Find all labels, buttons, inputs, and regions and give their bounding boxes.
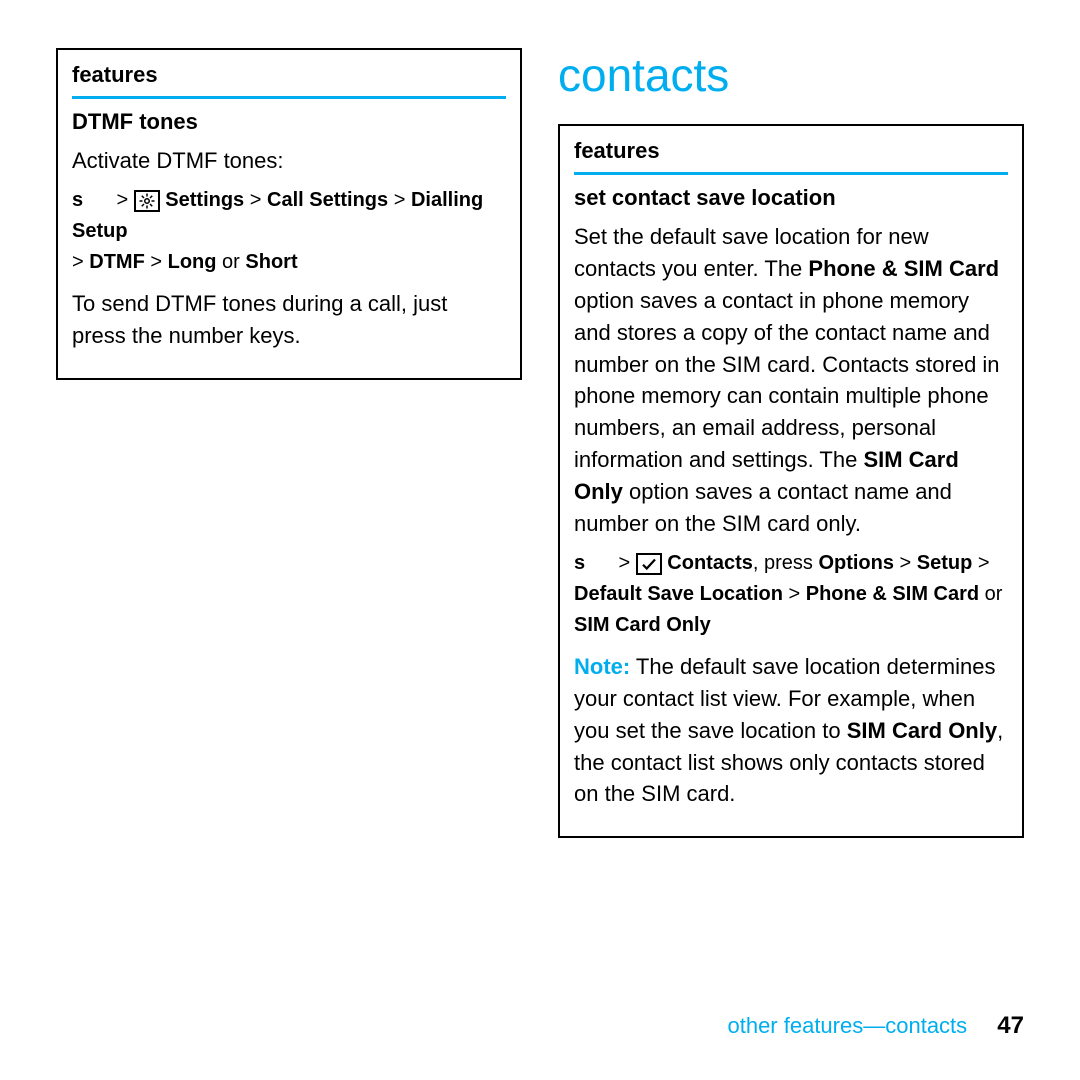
two-column-layout: features DTMF tones Activate DTMF tones:…: [56, 48, 1024, 838]
chevron: >: [72, 251, 84, 273]
chevron: >: [978, 552, 990, 574]
chevron: >: [394, 189, 406, 211]
left-column: features DTMF tones Activate DTMF tones:…: [56, 48, 522, 838]
feature-box-dtmf: features DTMF tones Activate DTMF tones:…: [56, 48, 522, 380]
nav-options: Options: [818, 552, 894, 574]
chevron: >: [116, 189, 128, 211]
box-header: features: [72, 62, 506, 99]
nav-sim-only: SIM Card Only: [574, 614, 711, 636]
option-phone-sim: Phone & SIM Card: [808, 256, 999, 281]
chevron: >: [618, 552, 630, 574]
text-run: option saves a contact in phone memory a…: [574, 288, 1000, 472]
text-or: or: [222, 251, 240, 273]
navigation-path: s > Contacts, press Options > Setup > De…: [574, 548, 1008, 641]
chevron: >: [900, 552, 912, 574]
nav-phone-sim: Phone & SIM Card: [806, 583, 979, 605]
page-number: 47: [997, 1012, 1024, 1039]
nav-short: Short: [245, 251, 297, 273]
manual-page: features DTMF tones Activate DTMF tones:…: [0, 0, 1080, 1080]
box-header: features: [574, 138, 1008, 175]
feature-box-contacts: features set contact save location Set t…: [558, 124, 1024, 838]
nav-dtmf: DTMF: [89, 251, 145, 273]
text-or: or: [985, 583, 1003, 605]
softkey-s: s: [72, 189, 83, 211]
nav-setup: Setup: [917, 552, 973, 574]
option-sim-only: SIM Card Only: [847, 718, 997, 743]
chevron: >: [250, 189, 262, 211]
gear-icon: [134, 190, 160, 212]
body-text: Activate DTMF tones:: [72, 145, 506, 177]
nav-call-settings: Call Settings: [267, 189, 388, 211]
feature-title: set contact save location: [574, 185, 1008, 211]
checkbox-icon: [636, 553, 662, 575]
nav-default-save: Default Save Location: [574, 583, 783, 605]
section-heading-contacts: contacts: [558, 48, 1024, 102]
body-text: Set the default save location for new co…: [574, 221, 1008, 540]
footer-text: other features—contacts: [727, 1013, 967, 1038]
body-text: To send DTMF tones during a call, just p…: [72, 288, 506, 352]
page-footer: other features—contacts 47: [727, 1012, 1024, 1040]
text-run: option saves a contact name and number o…: [574, 479, 952, 536]
feature-title: DTMF tones: [72, 109, 506, 135]
chevron: >: [150, 251, 162, 273]
chevron: >: [789, 583, 801, 605]
nav-settings: Settings: [165, 189, 244, 211]
nav-contacts: Contacts: [667, 552, 753, 574]
right-column: contacts features set contact save locat…: [558, 48, 1024, 838]
nav-long: Long: [168, 251, 217, 273]
text-press: , press: [753, 552, 819, 574]
note-label: Note:: [574, 654, 630, 679]
note-text: Note: The default save location determin…: [574, 651, 1008, 810]
softkey-s: s: [574, 552, 585, 574]
navigation-path: s >: [72, 185, 506, 278]
